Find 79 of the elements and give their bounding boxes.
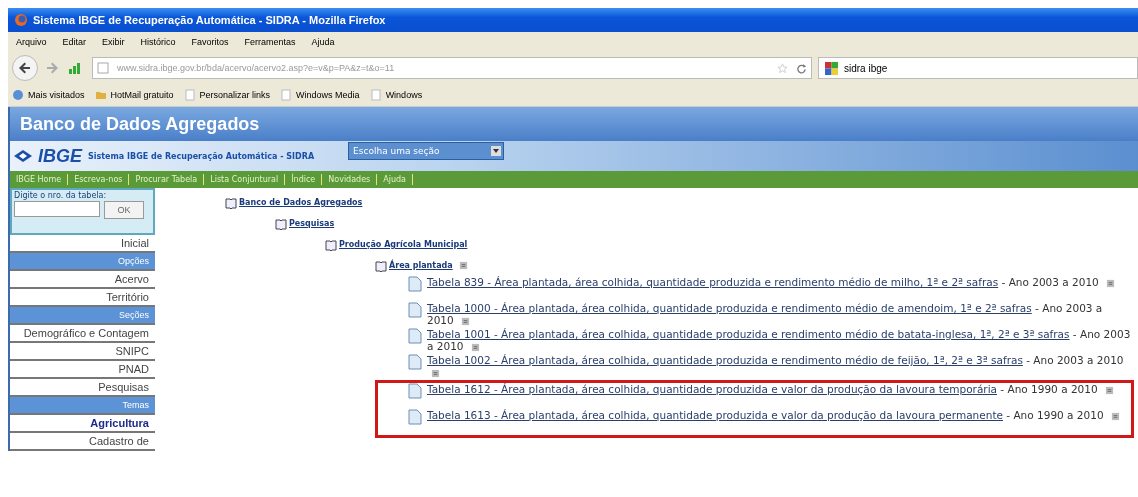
note-icon[interactable] [461, 316, 471, 326]
book-icon [275, 217, 287, 230]
table-link[interactable]: Tabela 1001 - Área plantada, área colhida, quantidade produzida e rendimento médio de batata-inglesa, 1ª, 2ª e 3ª safras [427, 328, 1070, 340]
banner-title: Banco de Dados Agregados [20, 113, 260, 135]
bookmark-link[interactable]: Windows Media [296, 90, 360, 100]
book-icon [225, 196, 237, 209]
book-icon [325, 238, 337, 251]
table-entry: Tabela 839 - Área plantada, área colhida, quantidade produzida e rendimento médio de milho, 1ª e 2ª safras - Ano 2003 a 2010 [427, 276, 1116, 288]
table-entry: Tabela 1613 - Área plantada, área colhida, quantidade produzida e valor da produção da lavoura permanente - Ano 1990 a 2010 [427, 409, 1120, 421]
sidebar-item[interactable]: Acervo [10, 271, 155, 289]
note-icon[interactable] [431, 368, 440, 378]
menu-item[interactable]: Arquivo [16, 37, 47, 47]
logo-text: IBGE [38, 145, 82, 167]
lookup-label: Digite o nro. da tabela: [14, 191, 108, 200]
document-icon [408, 383, 422, 399]
menu-item[interactable]: Ajuda [311, 37, 335, 47]
table-link[interactable]: Tabela 1612 - Área plantada, área colhida, quantidade produzida e valor da produção da lavoura temporária [427, 383, 997, 395]
browser-icon [14, 13, 28, 27]
window-title: Sistema IBGE de Recuperação Automática - SIDRA - Mozilla Firefox [33, 14, 386, 26]
document-icon [408, 302, 422, 318]
bookmark-link[interactable]: Windows [385, 90, 423, 100]
document-icon [408, 409, 422, 425]
sidebar-item[interactable]: Agricultura [10, 415, 155, 433]
search-engine-icon [825, 61, 838, 75]
folder-icon [94, 89, 107, 101]
table-entry: Tabela 1001 - Área plantada, área colhida, quantidade produzida e rendimento médio de batata-inglesa, 1ª, 2ª e 3ª safras - Ano 2003 a 2010 [427, 328, 1131, 352]
menu-item[interactable]: Favoritos [191, 37, 229, 47]
note-icon[interactable] [1105, 385, 1114, 395]
menu-item[interactable]: Histórico [140, 37, 176, 47]
sidebar-item[interactable]: Cadastro de [10, 433, 155, 451]
tree-link[interactable]: Área plantada [389, 261, 453, 270]
book-icon [375, 259, 387, 272]
sidebar-heading: Temas [10, 397, 155, 415]
sidebar-heading: Seções [10, 307, 155, 325]
signal-bars-icon[interactable] [66, 60, 82, 76]
caret-icon [491, 146, 502, 156]
url-text: www.sidra.ibge.gov.br/bda/acervo/acervo2.asp?e=v&p=PA&z=t&o=11 [117, 63, 396, 73]
tree-link[interactable]: Pesquisas [289, 219, 335, 228]
document-icon [408, 276, 422, 292]
sidebar-item[interactable]: PNAD [10, 361, 155, 379]
page-icon [183, 89, 196, 101]
table-entry: Tabela 1000 - Área plantada, área colhida, quantidade produzida e rendimento médio de amendoim, 1ª e 2ª safras - Ano 2003 a 2010 [427, 302, 1104, 326]
page-icon [369, 89, 382, 101]
table-entry: Tabela 1612 - Área plantada, área colhida, quantidade produzida e valor da produção da lavoura temporária - Ano 1990 a 2010 [427, 383, 1114, 395]
note-icon[interactable] [458, 261, 468, 270]
table-link[interactable]: Tabela 1002 - Área plantada, área colhida, quantidade produzida e rendimento médio de feijão, 1ª, 2ª e 3ª safras [427, 354, 1023, 366]
table-link[interactable]: Tabela 839 - Área plantada, área colhida, quantidade produzida e rendimento médio de milho, 1ª e 2ª safras [427, 276, 999, 288]
sidebar-heading: Opções [10, 253, 155, 271]
star-icon[interactable] [777, 62, 788, 74]
search-field[interactable]: sidra ibge [818, 57, 1138, 79]
document-icon [408, 328, 422, 344]
logo-icon [12, 148, 34, 164]
bookmark-link[interactable]: HotMail gratuito [110, 90, 174, 100]
bookmark-link[interactable]: Mais visitados [28, 90, 85, 100]
note-icon[interactable] [1106, 278, 1116, 288]
document-icon [408, 354, 422, 370]
menu-item[interactable]: Exibir [102, 37, 125, 47]
search-text: sidra ibge [844, 62, 888, 74]
sidebar-item[interactable]: Demográfico e Contagem [10, 325, 155, 343]
globe-icon [12, 89, 24, 101]
tree-link[interactable]: Banco de Dados Agregados [239, 198, 363, 207]
table-entry: Tabela 1002 - Área plantada, área colhida, quantidade produzida e rendimento médio de feijão, 1ª, 2ª e 3ª safras - Ano 2003 a 2010 [427, 354, 1131, 378]
note-icon[interactable] [1110, 411, 1120, 421]
back-button[interactable] [12, 55, 38, 81]
menu-item[interactable]: Editar [62, 37, 87, 47]
table-link[interactable]: Tabela 1613 - Área plantada, área colhida, quantidade produzida e valor da produção da lavoura permanente [427, 409, 1003, 421]
sidebar-item[interactable]: SNIPC [10, 343, 155, 361]
back-arrow-icon [17, 60, 33, 76]
bookmark-link[interactable]: Personalizar links [199, 90, 271, 100]
ok-button[interactable]: OK [104, 201, 144, 219]
menu-item[interactable]: Ferramentas [244, 37, 296, 47]
system-title: Sistema IBGE de Recuperação Automática - SIDRA [88, 151, 315, 161]
table-number-field[interactable] [14, 201, 100, 217]
page-icon [97, 62, 109, 74]
reload-icon[interactable] [796, 62, 807, 74]
table-link[interactable]: Tabela 1000 - Área plantada, área colhida, quantidade produzida e rendimento médio de amendoim, 1ª e 2ª safras [427, 302, 1032, 314]
tree-link[interactable]: Produção Agrícola Municipal [339, 240, 468, 249]
note-icon[interactable] [470, 342, 480, 352]
page-icon [280, 89, 293, 101]
